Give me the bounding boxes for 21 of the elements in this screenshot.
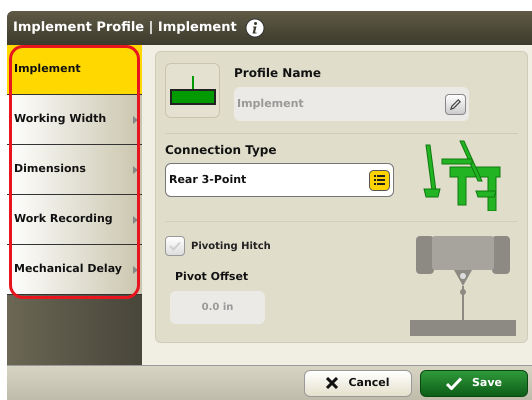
sidebar-item[interactable]: Implement [7,45,142,95]
check-icon [446,376,462,390]
field-label: Pivot Offset [175,269,250,285]
info-icon[interactable] [244,18,265,38]
checkbox-label: Pivoting Hitch [191,240,271,254]
sidebar-item[interactable]: Work Recording [7,195,142,245]
close-icon [326,377,338,389]
list-icon [369,170,390,190]
sidebar-item[interactable]: Working Width [7,95,142,145]
sidebar-item[interactable]: Mechanical Delay [7,245,142,295]
check-icon [169,241,181,251]
field-label: Connection Type [165,142,278,159]
edit-icon[interactable] [445,94,466,114]
cancel-button[interactable]: Cancel [304,370,412,396]
checkbox[interactable] [165,236,185,256]
implement-icon [165,63,220,118]
sidebar-item[interactable]: Dimensions [7,145,142,195]
field-label: Profile Name [234,65,322,82]
save-button[interactable]: Save [420,370,528,396]
connection-type-dropdown[interactable]: Rear 3-Point [165,163,394,197]
window-title: Implement Profile | Implement [13,19,237,38]
